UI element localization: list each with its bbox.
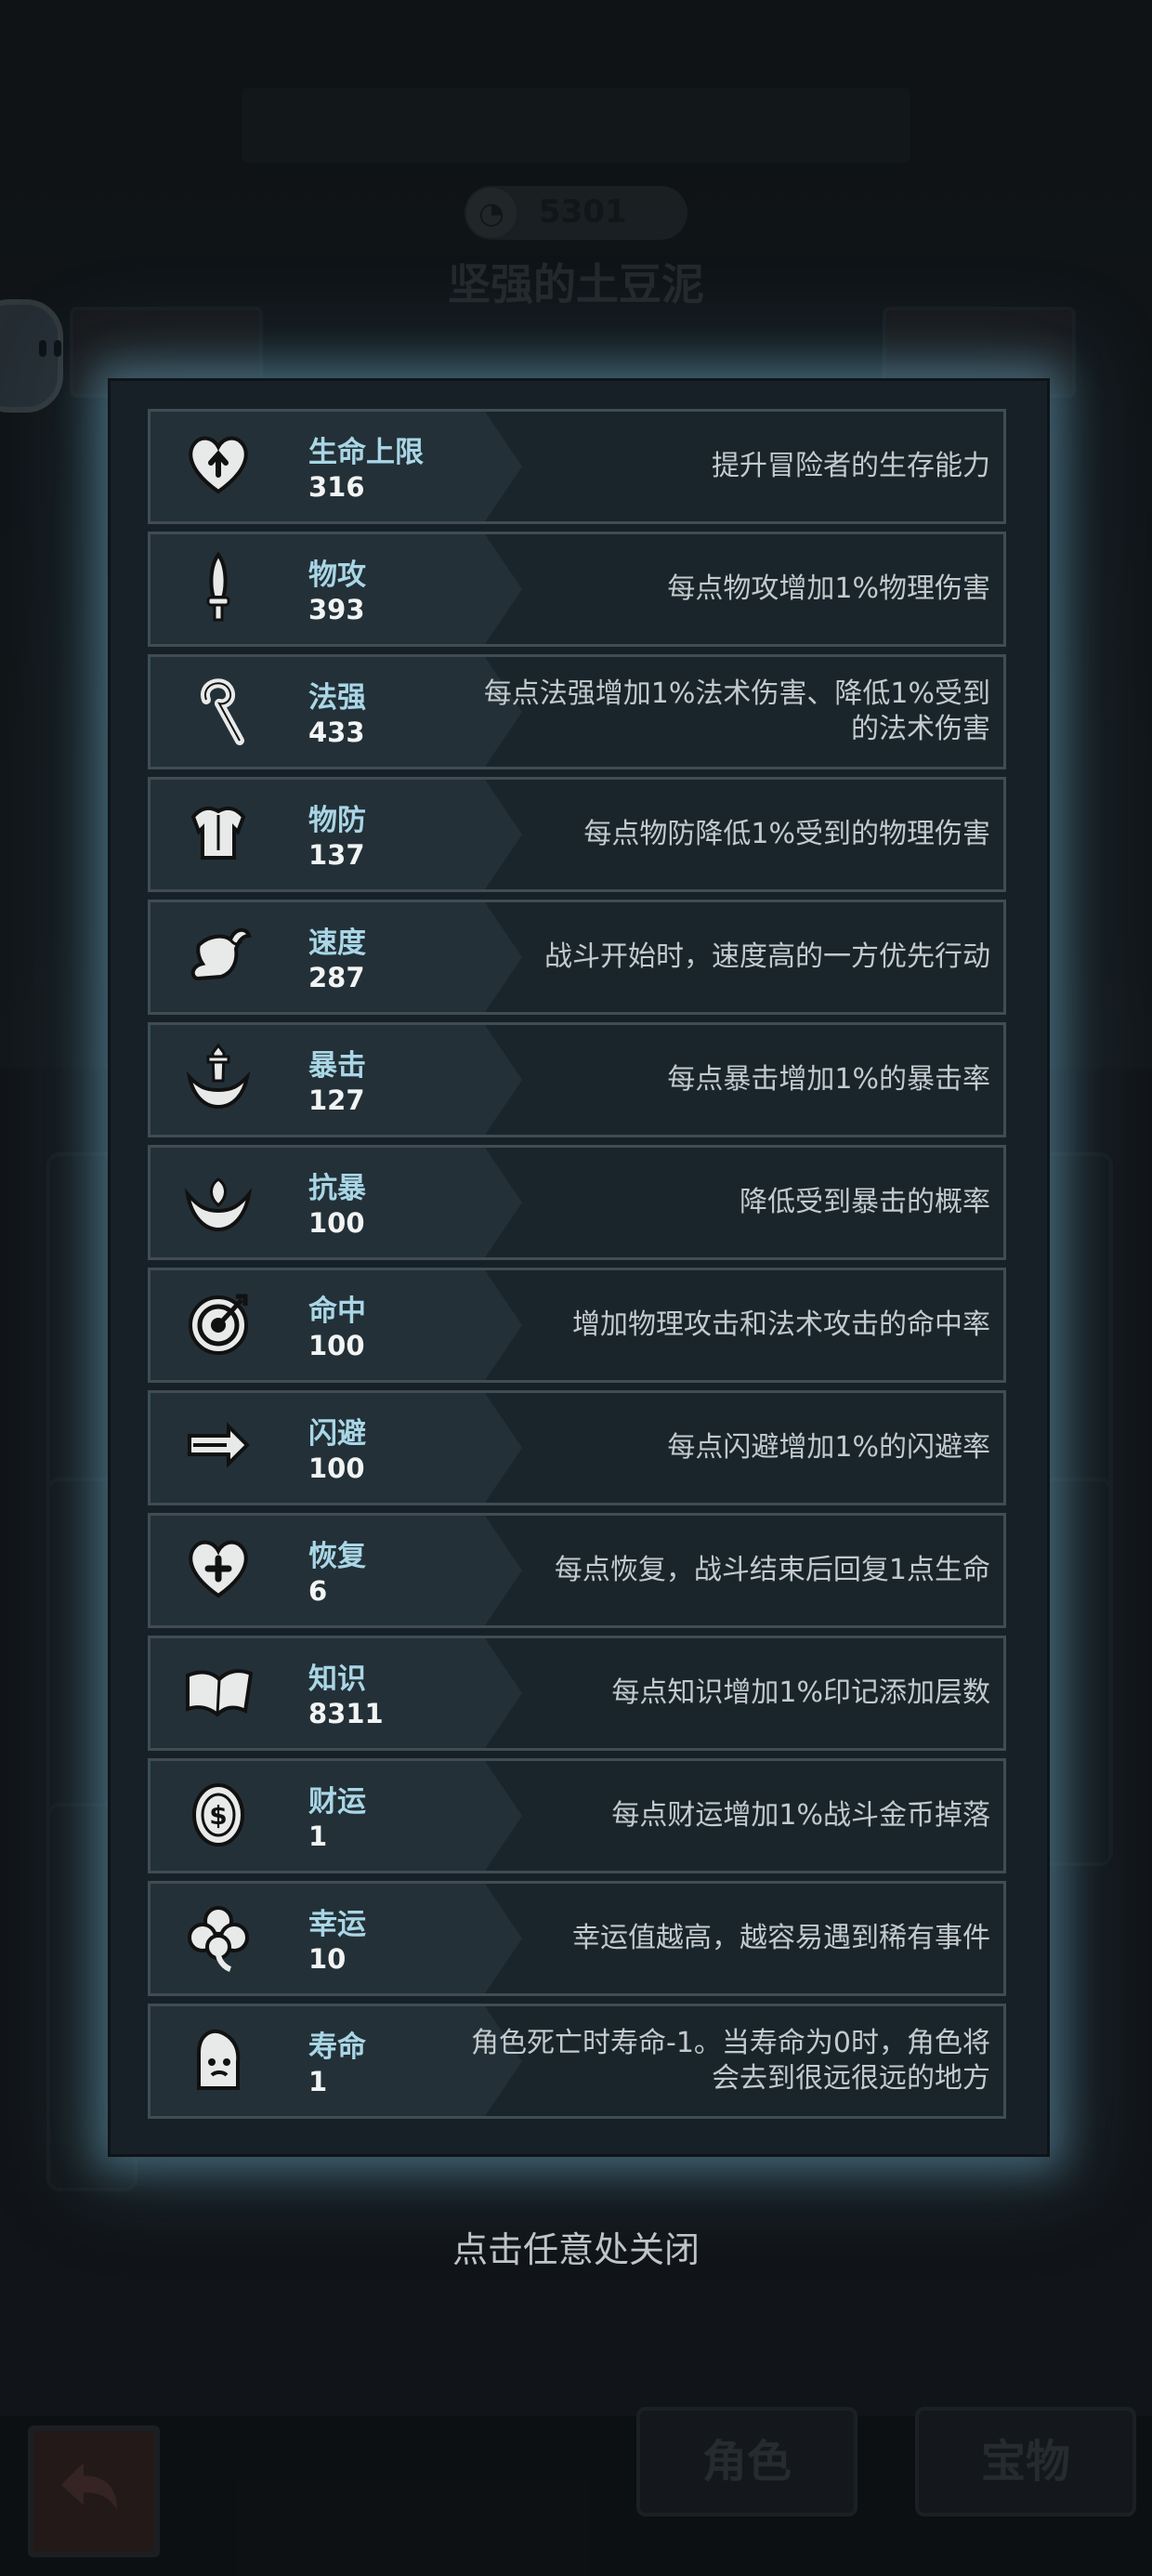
stat-value: 1 xyxy=(308,2066,328,2097)
stat-row: 物防 137 每点物防降低1%受到的物理伤害 xyxy=(148,777,1006,892)
crit-sword-icon xyxy=(180,1040,256,1116)
stat-description-line: 幸运值越高，越容易遇到稀有事件 xyxy=(572,1922,990,1954)
stat-name: 寿命 xyxy=(308,2031,366,2064)
stat-row: 寿命 1 角色死亡时寿命-1。当寿命为0时，角色将 会去到很远很远的地方 xyxy=(148,2004,1006,2119)
heart-plus-icon xyxy=(180,1531,256,1607)
clover-icon xyxy=(180,1899,256,1975)
stat-description-line: 提升冒险者的生存能力 xyxy=(712,450,990,482)
stat-row: 命中 100 增加物理攻击和法术攻击的命中率 xyxy=(148,1268,1006,1383)
stat-row: 恢复 6 每点恢复，战斗结束后回复1点生命 xyxy=(148,1513,1006,1628)
dodge-arrows-icon xyxy=(180,1408,256,1484)
stat-description: 幸运值越高，越容易遇到稀有事件 xyxy=(414,1884,990,1993)
crit-resist-icon xyxy=(180,1163,256,1239)
stat-name: 抗暴 xyxy=(308,1172,366,1205)
stat-row: $ 财运 1 每点财运增加1%战斗金币掉落 xyxy=(148,1758,1006,1873)
stat-row: 生命上限 316 提升冒险者的生存能力 xyxy=(148,409,1006,524)
stat-description: 角色死亡时寿命-1。当寿命为0时，角色将 会去到很远很远的地方 xyxy=(414,2006,990,2116)
stat-value: 1 xyxy=(308,1820,328,1852)
stat-name: 生命上限 xyxy=(308,436,424,469)
stat-description-line: 每点知识增加1%印记添加层数 xyxy=(611,1676,990,1709)
stat-row: 法强 433 每点法强增加1%法术伤害、降低1%受到 的法术伤害 xyxy=(148,654,1006,769)
attribute-modal: 生命上限 316 提升冒险者的生存能力 物攻 393 每点物攻增加1%物理伤害 法强 43… xyxy=(108,378,1050,2157)
stat-value: 316 xyxy=(308,471,365,503)
stat-description-line: 每点物防降低1%受到的物理伤害 xyxy=(583,818,990,850)
stat-row: 幸运 10 幸运值越高，越容易遇到稀有事件 xyxy=(148,1881,1006,1996)
stat-description: 每点暴击增加1%的暴击率 xyxy=(414,1025,990,1135)
stat-description: 每点恢复，战斗结束后回复1点生命 xyxy=(414,1516,990,1625)
stat-value: 10 xyxy=(308,1943,347,1975)
stat-description: 降低受到暴击的概率 xyxy=(414,1148,990,1257)
target-icon xyxy=(180,1285,256,1361)
stat-row: 速度 287 战斗开始时，速度高的一方优先行动 xyxy=(148,900,1006,1015)
stat-description-line: 每点暴击增加1%的暴击率 xyxy=(667,1063,990,1096)
stat-description-line: 会去到很远很远的地方 xyxy=(712,2062,990,2095)
armor-icon xyxy=(180,795,256,871)
stat-description-line: 每点闪避增加1%的闪避率 xyxy=(667,1431,990,1464)
stat-value: 287 xyxy=(308,962,365,993)
stat-value: 137 xyxy=(308,839,365,871)
stat-description: 每点知识增加1%印记添加层数 xyxy=(414,1638,990,1748)
stat-name: 闪避 xyxy=(308,1417,366,1451)
svg-text:$: $ xyxy=(209,1800,227,1831)
winged-boot-icon xyxy=(180,917,256,993)
book-icon xyxy=(180,1653,256,1729)
stat-name: 知识 xyxy=(308,1663,366,1696)
stat-value: 100 xyxy=(308,1452,365,1484)
close-hint[interactable]: 点击任意处关闭 xyxy=(0,2221,1152,2272)
stat-description-line: 增加物理攻击和法术攻击的命中率 xyxy=(572,1308,990,1341)
coin-icon: $ xyxy=(180,1776,256,1852)
stat-row: 知识 8311 每点知识增加1%印记添加层数 xyxy=(148,1636,1006,1751)
stat-description: 每点物防降低1%受到的物理伤害 xyxy=(414,780,990,889)
stat-description-line: 每点财运增加1%战斗金币掉落 xyxy=(611,1799,990,1832)
stat-value: 100 xyxy=(308,1330,365,1361)
sword-icon xyxy=(180,549,256,625)
stat-description: 战斗开始时，速度高的一方优先行动 xyxy=(414,902,990,1012)
stat-name: 速度 xyxy=(308,927,366,960)
heart-up-icon xyxy=(180,427,256,503)
stat-name: 财运 xyxy=(308,1785,366,1819)
stat-description-line: 战斗开始时，速度高的一方优先行动 xyxy=(544,940,990,973)
stat-description: 提升冒险者的生存能力 xyxy=(414,412,990,521)
stat-description-line: 降低受到暴击的概率 xyxy=(740,1186,990,1218)
stat-name: 暴击 xyxy=(308,1049,366,1083)
stat-description-line: 角色死亡时寿命-1。当寿命为0时，角色将 xyxy=(471,2027,990,2059)
stat-description-line: 每点恢复，战斗结束后回复1点生命 xyxy=(554,1554,990,1586)
stat-description: 每点闪避增加1%的闪避率 xyxy=(414,1393,990,1503)
stat-name: 幸运 xyxy=(308,1908,366,1941)
stat-description-line: 每点法强增加1%法术伤害、降低1%受到 xyxy=(483,677,990,710)
stat-value: 6 xyxy=(308,1575,328,1607)
stat-description: 每点法强增加1%法术伤害、降低1%受到 的法术伤害 xyxy=(414,657,990,767)
stat-value: 8311 xyxy=(308,1698,384,1729)
stat-row: 抗暴 100 降低受到暴击的概率 xyxy=(148,1145,1006,1260)
stat-name: 恢复 xyxy=(308,1540,366,1573)
staff-icon xyxy=(180,672,256,748)
stat-description: 增加物理攻击和法术攻击的命中率 xyxy=(414,1270,990,1380)
stat-name: 命中 xyxy=(308,1295,366,1328)
stat-name: 法强 xyxy=(308,681,366,715)
stat-description-line: 每点物攻增加1%物理伤害 xyxy=(667,572,990,605)
stat-row: 暴击 127 每点暴击增加1%的暴击率 xyxy=(148,1022,1006,1137)
stat-description-line: 的法术伤害 xyxy=(851,713,990,745)
stat-name: 物防 xyxy=(308,804,366,837)
stat-value: 393 xyxy=(308,594,365,625)
stat-row: 闪避 100 每点闪避增加1%的闪避率 xyxy=(148,1390,1006,1505)
stat-description: 每点物攻增加1%物理伤害 xyxy=(414,534,990,644)
stat-value: 127 xyxy=(308,1084,365,1116)
stat-name: 物攻 xyxy=(308,559,366,592)
stat-description: 每点财运增加1%战斗金币掉落 xyxy=(414,1761,990,1871)
stat-value: 433 xyxy=(308,716,365,748)
tombstone-icon xyxy=(180,2021,256,2097)
stat-row: 物攻 393 每点物攻增加1%物理伤害 xyxy=(148,532,1006,647)
stat-value: 100 xyxy=(308,1207,365,1239)
